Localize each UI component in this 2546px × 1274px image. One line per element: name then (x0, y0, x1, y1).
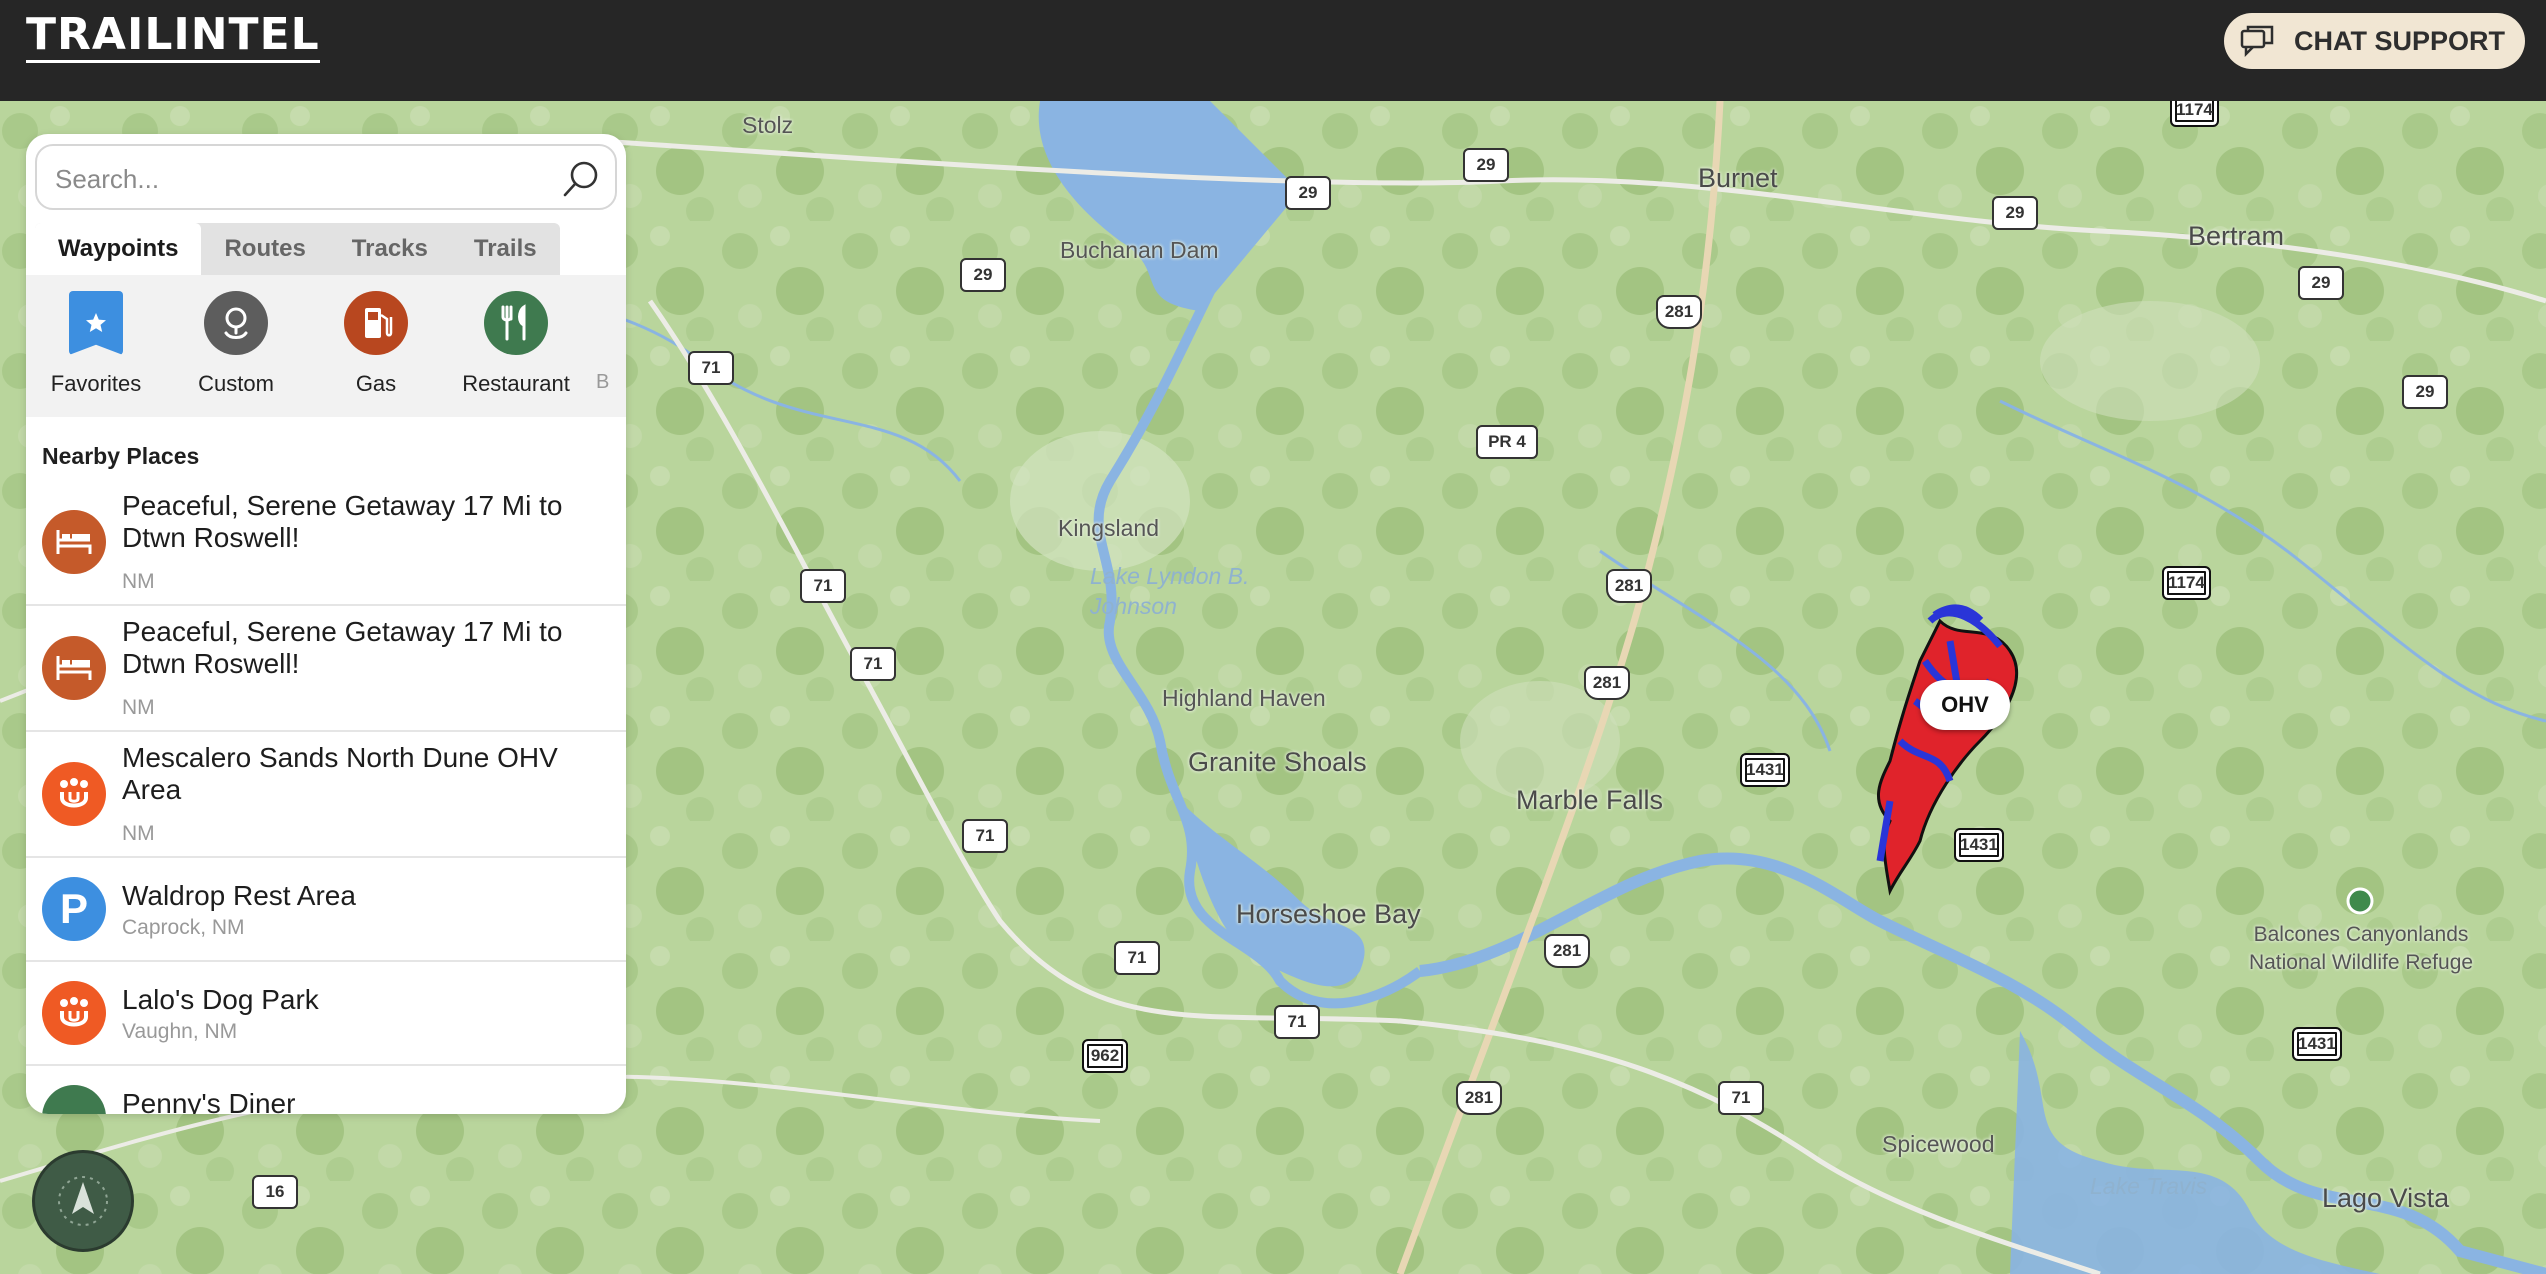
place-location: NM (122, 822, 155, 845)
lake-label: Lake Travis (2090, 1173, 2208, 1199)
category-label: Custom (198, 371, 274, 396)
search-box (35, 144, 617, 210)
category-favorites[interactable]: Favorites (26, 291, 166, 397)
chat-support-button[interactable]: CHAT SUPPORT (2223, 13, 2525, 69)
road-shield: 29 (2298, 266, 2344, 300)
place-location: Caprock, NM (122, 916, 245, 939)
place-name: Waldrop Rest Area (122, 880, 356, 911)
road-shield: 71 (800, 569, 846, 603)
bed-icon (42, 510, 106, 574)
category-bar: Favorites Custom Gas Restaurant B (26, 275, 626, 417)
town-label: Highland Haven (1162, 685, 1326, 711)
tab-trails[interactable]: Trails (451, 223, 560, 275)
search-input[interactable] (53, 158, 537, 200)
category-partial[interactable]: B (586, 291, 626, 394)
tab-routes[interactable]: Routes (201, 223, 328, 275)
road-shield: 71 (962, 819, 1008, 853)
place-location: NM (122, 570, 155, 593)
town-label: Granite Shoals (1188, 747, 1367, 777)
star-bookmark-icon (69, 291, 123, 355)
tab-waypoints[interactable]: Waypoints (35, 223, 202, 275)
gas-pump-icon (344, 291, 408, 355)
road-shield: 29 (1463, 148, 1509, 182)
road-shield: 1174 (2170, 101, 2219, 127)
road-shield: 29 (1285, 176, 1331, 210)
place-location: NM (122, 696, 155, 719)
place-location: Vaughn, NM (122, 1020, 238, 1043)
town-label: Balcones Canyonlands National Wildlife R… (2248, 923, 2474, 974)
locate-compass-button[interactable] (32, 1150, 134, 1252)
road-shield: 1174 (2162, 566, 2211, 600)
town-label: Stolz (742, 112, 794, 138)
fork-knife-icon (484, 291, 548, 355)
bed-icon (42, 636, 106, 700)
group-park-icon (42, 981, 106, 1045)
town-label: Bertram (2188, 221, 2285, 251)
road-shield: 29 (960, 258, 1006, 292)
road-shield: 281 (1544, 934, 1590, 968)
road-shield: 71 (850, 647, 896, 681)
place-name: Peaceful, Serene Getaway 17 Mi to Dtwn R… (122, 490, 563, 553)
road-shield: 16 (252, 1175, 298, 1209)
road-shield: 71 (1114, 941, 1160, 975)
nearby-places-list: Peaceful, Serene Getaway 17 Mi to Dtwn R… (26, 480, 626, 1114)
road-shield: 29 (2402, 375, 2448, 409)
group-park-icon (42, 762, 106, 826)
chat-bubble-icon (2240, 25, 2274, 57)
road-shield: 71 (1718, 1081, 1764, 1115)
waypoints-panel: Waypoints Routes Tracks Trails Favorites… (26, 134, 626, 1114)
category-gas[interactable]: Gas (306, 291, 446, 397)
place-name: Lalo's Dog Park (122, 984, 319, 1015)
list-item[interactable]: Lalo's Dog Park Vaughn, NM (26, 962, 626, 1066)
town-label: Kingsland (1058, 515, 1160, 541)
list-item[interactable]: Peaceful, Serene Getaway 17 Mi to Dtwn R… (26, 480, 626, 606)
tab-tracks[interactable]: Tracks (329, 223, 451, 275)
list-item[interactable]: Peaceful, Serene Getaway 17 Mi to Dtwn R… (26, 606, 626, 732)
list-item[interactable]: P Waldrop Rest Area Caprock, NM (26, 858, 626, 962)
town-label: Marble Falls (1516, 785, 1664, 815)
road-shield: 71 (1274, 1005, 1320, 1039)
parking-icon: P (42, 877, 106, 941)
category-label: B (596, 371, 610, 393)
town-label: Lago Vista (2322, 1183, 2450, 1213)
park-marker-icon (2346, 887, 2374, 915)
road-shield: PR 4 (1476, 425, 1538, 459)
place-name: Mescalero Sands North Dune OHV Area (122, 742, 558, 805)
town-label: Buchanan Dam (1060, 237, 1219, 263)
road-shield: 1431 (1954, 828, 2004, 862)
category-label: Restaurant (462, 371, 570, 396)
category-label: Gas (355, 371, 397, 396)
road-shield: 1431 (2292, 1027, 2342, 1061)
town-label: Horseshoe Bay (1236, 899, 1421, 929)
navigation-arrow-icon (58, 1176, 108, 1226)
category-custom[interactable]: Custom (166, 291, 306, 397)
chat-support-label: CHAT SUPPORT (2293, 25, 2505, 56)
app-logo[interactable]: TRAILINTEL (26, 12, 320, 63)
fork-knife-icon (42, 1085, 106, 1114)
lake-label: Lake Lyndon B. Johnson (1090, 563, 1250, 619)
place-name: Penny's Diner (122, 1088, 296, 1114)
road-shield: 1431 (1740, 753, 1790, 787)
road-shield: 281 (1656, 295, 1702, 329)
list-item[interactable]: Penny's Diner (26, 1066, 626, 1114)
category-restaurant[interactable]: Restaurant (446, 291, 586, 397)
road-shield: 281 (1456, 1081, 1502, 1115)
ohv-marker-label[interactable]: OHV (1920, 680, 2010, 730)
town-label: Burnet (1698, 163, 1778, 193)
road-shield: 71 (688, 351, 734, 385)
category-label: Favorites (50, 371, 142, 396)
road-shield: 29 (1992, 196, 2038, 230)
road-shield: 281 (1584, 666, 1630, 700)
tab-bar: Waypoints Routes Tracks Trails (35, 223, 560, 275)
partial-category-icon (586, 291, 626, 355)
road-shield: 281 (1606, 569, 1652, 603)
custom-pin-icon (204, 291, 268, 355)
place-name: Peaceful, Serene Getaway 17 Mi to Dtwn R… (122, 616, 563, 679)
nearby-places-title: Nearby Places (42, 443, 200, 469)
town-label: Spicewood (1882, 1131, 1995, 1157)
search-icon[interactable] (561, 159, 601, 199)
top-bar: TRAILINTEL CHAT SUPPORT (0, 0, 2546, 101)
road-shield: 962 (1082, 1039, 1128, 1073)
list-item[interactable]: Mescalero Sands North Dune OHV Area NM (26, 732, 626, 858)
